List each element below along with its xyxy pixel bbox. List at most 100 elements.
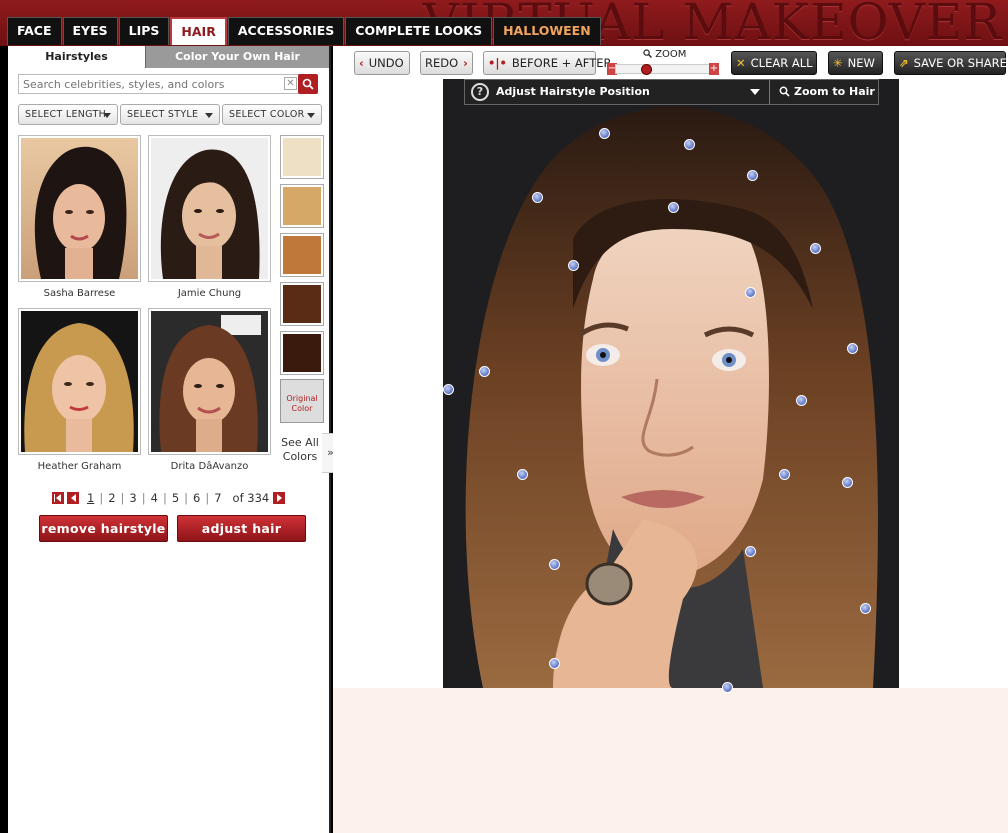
zoom-slider-handle[interactable] [641, 64, 652, 75]
help-icon[interactable]: ? [471, 83, 489, 101]
hair-control-point[interactable] [517, 469, 528, 480]
page-link-4[interactable]: 4 [146, 491, 163, 505]
search-input[interactable] [18, 74, 308, 94]
zoom-in-button[interactable]: + [709, 63, 719, 75]
page-link-1[interactable]: 1 [82, 491, 99, 505]
nav-tab-lips[interactable]: LIPS [118, 17, 170, 45]
nav-tab-halloween[interactable]: HALLOWEEN [493, 17, 601, 45]
zoom-slider[interactable] [615, 64, 711, 74]
hair-control-point[interactable] [599, 128, 610, 139]
hair-control-point[interactable] [842, 477, 853, 488]
hair-control-point[interactable] [532, 192, 543, 203]
hairstyle-thumb-jamie-chung[interactable] [148, 135, 271, 282]
clear-search-icon[interactable]: ✕ [284, 77, 297, 90]
first-page-icon[interactable] [52, 492, 64, 504]
save-share-label: SAVE OR SHARE [913, 56, 1007, 70]
nav-tab-face[interactable]: FACE [7, 17, 62, 45]
select-length-dropdown[interactable]: SELECT LENGTH [18, 104, 118, 125]
page-link-6[interactable]: 6 [188, 491, 205, 505]
thumb-label: Drita DâAvanzo [170, 461, 249, 472]
celebrity-photo [151, 138, 268, 279]
hair-control-point[interactable] [568, 260, 579, 271]
celebrity-photo [21, 311, 138, 452]
zoom-to-hair-label: Zoom to Hair [794, 85, 875, 98]
celebrity-photo [21, 138, 138, 279]
undo-button[interactable]: ‹ UNDO [354, 51, 410, 75]
before-after-button[interactable]: •|• BEFORE + AFTER [483, 51, 612, 75]
hairstyle-thumb-sasha-barrese[interactable] [18, 135, 141, 282]
tab-color-your-own-hair[interactable]: Color Your Own Hair [145, 46, 329, 68]
color-swatch-dark-brown[interactable] [280, 331, 324, 375]
adjust-position-label: Adjust Hairstyle Position [496, 85, 650, 98]
workspace-background [333, 688, 1008, 833]
prev-page-icon[interactable] [67, 492, 79, 504]
makeover-workspace: ‹ UNDO REDO › •|• BEFORE + AFTER ZOOM − + ✕… [333, 46, 1008, 833]
select-color-dropdown[interactable]: SELECT COLOR [222, 104, 322, 125]
chevron-down-icon [103, 113, 111, 118]
nav-tab-accessories[interactable]: ACCESSORIES [227, 17, 345, 45]
hair-control-point[interactable] [722, 682, 733, 693]
magnifier-icon [643, 49, 652, 58]
thumb-label: Heather Graham [37, 461, 122, 472]
redo-label: REDO [425, 56, 459, 70]
original-color-swatch[interactable]: Original Color [280, 379, 324, 423]
select-style-dropdown[interactable]: SELECT STYLE [120, 104, 220, 125]
page-link-5[interactable]: 5 [167, 491, 184, 505]
tab-hairstyles[interactable]: Hairstyles [8, 46, 145, 68]
before-after-label: BEFORE + AFTER [511, 56, 612, 70]
color-swatch-brown[interactable] [280, 282, 324, 326]
hair-control-point[interactable] [549, 559, 560, 570]
celebrity-photo [151, 311, 268, 452]
page-link-3[interactable]: 3 [124, 491, 141, 505]
nav-tab-complete-looks[interactable]: COMPLETE LOOKS [345, 17, 493, 45]
sparkle-icon: ✳ [833, 56, 843, 70]
arrow-right-icon: › [463, 56, 468, 70]
select-length-label: SELECT LENGTH [25, 109, 107, 120]
search-button[interactable] [298, 74, 318, 94]
remove-hairstyle-button[interactable]: remove hairstyle [39, 515, 168, 542]
adjust-hairstyle-position-dropdown[interactable]: Adjust Hairstyle Position [496, 80, 768, 104]
hair-control-point[interactable] [810, 243, 821, 254]
hairstyle-thumb-heather-graham[interactable] [18, 308, 141, 455]
hair-control-point[interactable] [443, 384, 454, 395]
page-link-7[interactable]: 7 [209, 491, 226, 505]
next-page-icon[interactable] [273, 492, 286, 504]
swatch-fill [283, 334, 321, 372]
makeover-photo[interactable] [443, 79, 899, 688]
hairstyle-adjust-bar: ? Adjust Hairstyle Position Zoom to Hair [464, 79, 879, 105]
chevron-down-icon [205, 113, 213, 118]
clear-all-button[interactable]: ✕ CLEAR ALL [731, 51, 817, 75]
hair-control-point[interactable] [747, 170, 758, 181]
chevron-down-icon [750, 89, 760, 95]
select-color-label: SELECT COLOR [229, 109, 305, 120]
hair-control-point[interactable] [745, 546, 756, 557]
color-swatch-platinum[interactable] [280, 135, 324, 179]
adjust-hair-button[interactable]: adjust hair [177, 515, 306, 542]
page-link-2[interactable]: 2 [103, 491, 120, 505]
see-all-colors-link[interactable]: See All Colors [276, 436, 324, 464]
nav-tab-eyes[interactable]: EYES [62, 17, 118, 45]
hair-control-point[interactable] [668, 202, 679, 213]
hair-control-point[interactable] [745, 287, 756, 298]
top-bar: VIRTUAL MAKEOVER FACE EYES LIPS HAIR ACC… [0, 0, 1008, 50]
color-swatch-golden-blonde[interactable] [280, 184, 324, 228]
hair-control-point[interactable] [779, 469, 790, 480]
color-swatch-copper[interactable] [280, 233, 324, 277]
select-style-label: SELECT STYLE [127, 109, 199, 120]
hair-control-point[interactable] [847, 343, 858, 354]
hair-control-point[interactable] [549, 658, 560, 669]
nav-tab-hair[interactable]: HAIR [170, 17, 227, 45]
panel-subtabs: Hairstyles Color Your Own Hair [8, 46, 329, 68]
hair-control-point[interactable] [479, 366, 490, 377]
hair-control-point[interactable] [796, 395, 807, 406]
new-label: NEW [847, 56, 875, 70]
zoom-to-hair-button[interactable]: Zoom to Hair [769, 80, 879, 104]
close-icon: ✕ [736, 56, 746, 70]
save-or-share-button[interactable]: ⇗ SAVE OR SHARE [894, 51, 1007, 75]
hairstyle-thumb-drita-davanzo[interactable] [148, 308, 271, 455]
search-icon [302, 78, 314, 90]
hair-control-point[interactable] [860, 603, 871, 614]
redo-button[interactable]: REDO › [420, 51, 473, 75]
hair-control-point[interactable] [684, 139, 695, 150]
new-button[interactable]: ✳ NEW [828, 51, 883, 75]
